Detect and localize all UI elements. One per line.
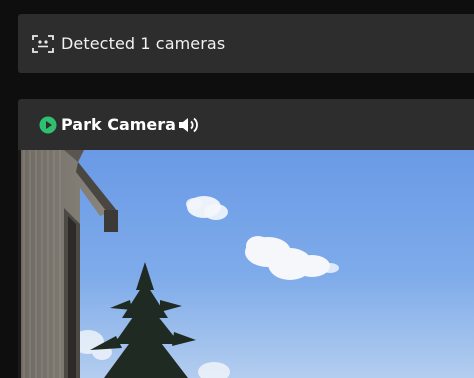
detection-text: Detected 1 cameras bbox=[61, 34, 226, 53]
detection-banner: Detected 1 cameras bbox=[18, 14, 474, 73]
camera-card-header: Park Camera bbox=[18, 99, 474, 150]
speaker-icon[interactable] bbox=[178, 115, 200, 135]
camera-title: Park Camera bbox=[61, 115, 176, 134]
camera-card: Park Camera bbox=[18, 99, 474, 378]
play-circle-icon bbox=[39, 116, 57, 134]
camera-feed-image[interactable] bbox=[18, 150, 474, 378]
face-detect-icon bbox=[32, 33, 54, 55]
